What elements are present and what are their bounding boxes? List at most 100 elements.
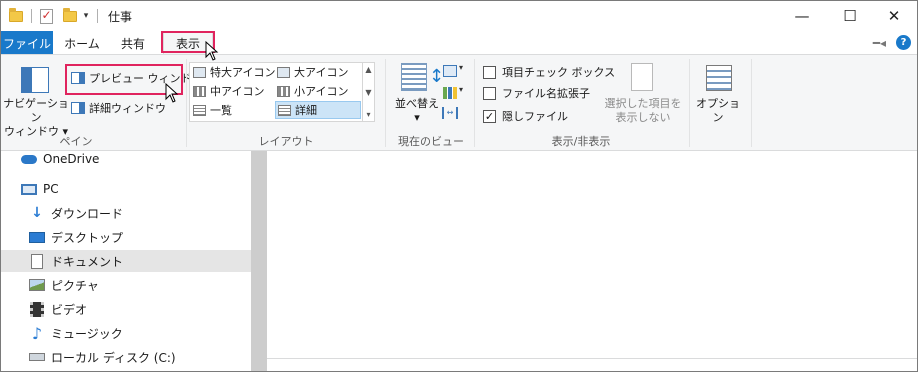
file-list-area[interactable] [267, 151, 917, 359]
hidden-items-checkbox[interactable]: ✓ [483, 109, 496, 123]
sort-by-icon [401, 63, 427, 91]
ribbon-right-controls: ━◂ ? [873, 35, 911, 50]
options-icon [706, 65, 732, 91]
scroll-down-icon[interactable]: ▼ [365, 88, 371, 97]
scroll-up-icon[interactable]: ▲ [365, 65, 371, 74]
file-extensions-checkbox[interactable] [483, 86, 496, 100]
layout-small-icons[interactable]: 小アイコン [277, 82, 348, 100]
nav-item-downloads[interactable]: ↓ ダウンロード [1, 202, 251, 224]
nav-item-videos[interactable]: ビデオ [1, 298, 251, 320]
layout-item-label: 一覧 [210, 104, 232, 117]
layout-item-label: 大アイコン [294, 66, 349, 79]
title-bar: ▾ 仕事 — ☐ ✕ [1, 1, 917, 31]
group-label-show-hide: 表示/非表示 [551, 135, 611, 148]
ribbon-group-separator [186, 59, 187, 147]
nav-item-label: デスクトップ [51, 230, 124, 245]
window-title: 仕事 [108, 10, 133, 24]
size-columns-icon[interactable]: ↔ [442, 107, 458, 119]
tab-share[interactable]: 共有 [111, 31, 155, 55]
layout-large-icons[interactable]: 大アイコン [277, 63, 348, 81]
nav-item-onedrive[interactable]: OneDrive [1, 148, 251, 170]
pc-icon [21, 182, 37, 196]
file-extensions-toggle[interactable]: ファイル名拡張子 [483, 84, 590, 102]
layout-scroll[interactable]: ▲ ▼ ▾ [362, 63, 374, 121]
add-columns-chevron-icon[interactable]: ▾ [459, 85, 463, 94]
nav-item-music[interactable]: ♪ ミュージック [1, 322, 251, 344]
help-icon[interactable]: ? [896, 35, 911, 50]
hide-selected-label-line2: 表示しない [615, 111, 671, 124]
item-checkboxes-toggle[interactable]: 項目チェック ボックス [483, 63, 615, 81]
nav-item-desktop[interactable]: デスクトップ [1, 226, 251, 248]
nav-item-label: ローカル ディスク (C:) [51, 350, 176, 365]
sort-arrow-icon: ↕ [429, 66, 445, 87]
navigation-pane-icon[interactable] [21, 67, 49, 93]
explorer-window: ▾ 仕事 — ☐ ✕ ファイル ホーム 共有 表示 ━◂ ? ナビゲーション ウ… [0, 0, 918, 372]
onedrive-icon [21, 152, 37, 166]
nav-item-label: ダウンロード [51, 206, 124, 221]
nav-item-local-disk[interactable]: ローカル ディスク (C:) [1, 346, 251, 368]
file-extensions-label: ファイル名拡張子 [502, 87, 590, 100]
pin-icon[interactable]: ━◂ [873, 36, 886, 50]
ribbon-tabs: ファイル ホーム 共有 表示 [1, 31, 917, 55]
ribbon-group-separator [385, 59, 386, 147]
sort-by-label: 並べ替え [395, 97, 439, 110]
nav-item-label: ミュージック [51, 326, 123, 341]
expand-gallery-icon[interactable]: ▾ [366, 110, 370, 119]
add-columns-icon[interactable] [443, 87, 457, 99]
medium-icons-icon [193, 85, 206, 97]
list-icon [193, 104, 206, 116]
group-by-icon[interactable] [443, 65, 457, 77]
navigation-pane-label-line1: ナビゲーション [3, 97, 69, 124]
layout-details[interactable]: 詳細 [275, 101, 361, 119]
layout-item-label: 特大アイコン [210, 66, 276, 79]
layout-item-label: 小アイコン [294, 85, 349, 98]
item-checkboxes-label: 項目チェック ボックス [502, 66, 616, 79]
group-label-layout: レイアウト [258, 135, 314, 148]
minimize-button[interactable]: — [779, 1, 825, 31]
nav-item-pictures[interactable]: ピクチャ [1, 274, 251, 296]
small-icons-icon [277, 85, 290, 97]
ribbon-group-separator [751, 59, 752, 147]
layout-medium-icons[interactable]: 中アイコン [193, 82, 264, 100]
properties-icon[interactable] [36, 6, 56, 26]
title-separator [97, 9, 98, 23]
ribbon-group-separator [474, 59, 475, 147]
details-icon [278, 104, 291, 116]
layout-extra-large-icons[interactable]: 特大アイコン [193, 63, 275, 81]
sort-by-button[interactable]: 並べ替え ▾ [391, 97, 443, 125]
group-by-chevron-icon[interactable]: ▾ [459, 63, 463, 72]
layout-item-label: 中アイコン [210, 85, 265, 98]
nav-item-label: ピクチャ [51, 278, 99, 293]
layout-list[interactable]: 一覧 [193, 101, 232, 119]
close-button[interactable]: ✕ [871, 1, 917, 31]
details-pane-button[interactable]: 詳細ウィンドウ [71, 99, 166, 117]
local-disk-icon [29, 350, 45, 364]
group-label-panes: ペイン [59, 135, 93, 148]
maximize-button[interactable]: ☐ [827, 1, 873, 31]
hide-selected-icon [631, 63, 653, 91]
ribbon-group-separator [689, 59, 690, 147]
customize-chevron-icon[interactable]: ▾ [80, 6, 92, 26]
nav-item-label: OneDrive [43, 152, 100, 166]
new-folder-icon[interactable] [61, 6, 79, 26]
hidden-items-label: 隠しファイル [502, 110, 568, 123]
group-label-current-view: 現在のビュー [398, 135, 464, 148]
music-icon: ♪ [31, 323, 43, 343]
videos-icon [29, 301, 45, 317]
options-button[interactable]: オプション [691, 97, 745, 125]
tab-file[interactable]: ファイル [1, 31, 53, 55]
tab-home[interactable]: ホーム [57, 31, 107, 55]
layout-item-label: 詳細 [295, 104, 317, 117]
folder-icon[interactable] [7, 6, 25, 26]
hidden-items-toggle[interactable]: ✓ 隠しファイル [483, 107, 568, 125]
nav-item-documents[interactable]: ドキュメント [1, 250, 251, 272]
extra-large-icons-icon [193, 66, 206, 78]
nav-item-pc[interactable]: PC [1, 178, 251, 200]
hide-selected-button[interactable]: 選択した項目を 表示しない [601, 97, 685, 125]
item-checkboxes-checkbox[interactable] [483, 65, 496, 79]
title-separator [31, 9, 32, 23]
documents-icon [29, 253, 45, 269]
pane-splitter[interactable] [251, 151, 267, 371]
details-pane-label: 詳細ウィンドウ [89, 102, 166, 115]
hide-selected-label-line1: 選択した項目を [604, 97, 682, 110]
